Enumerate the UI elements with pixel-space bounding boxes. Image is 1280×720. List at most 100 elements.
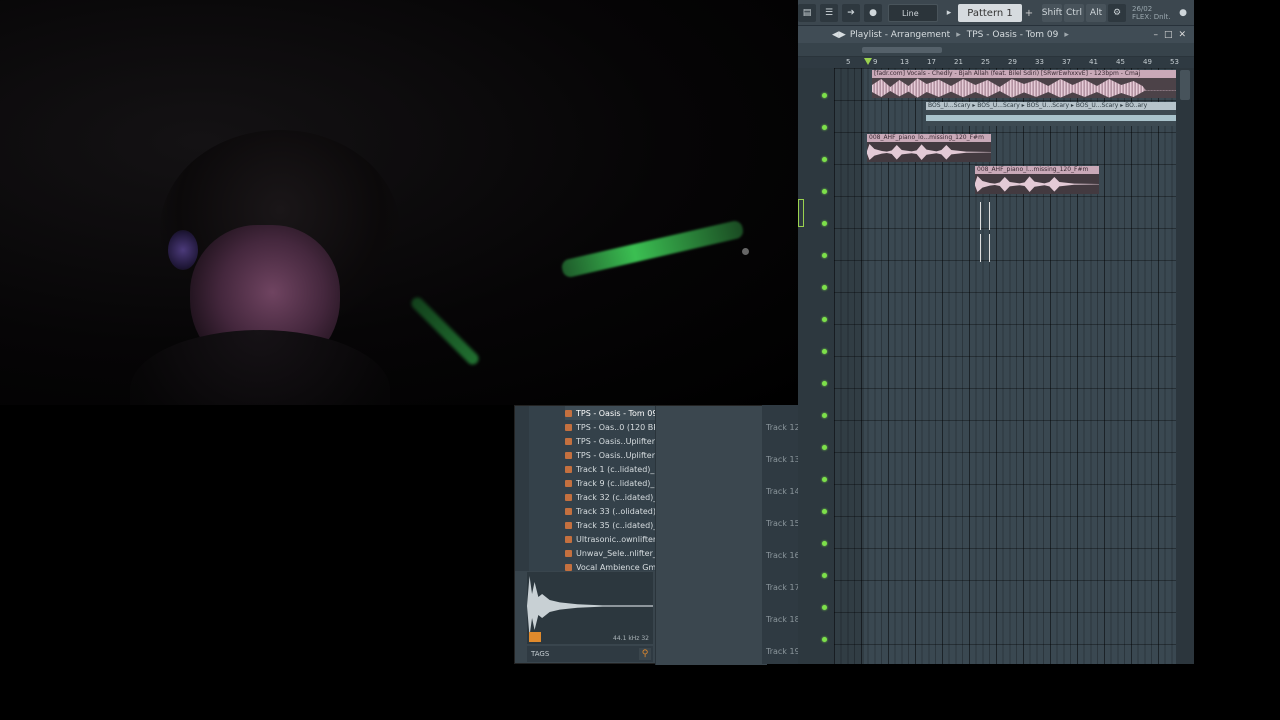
toolbar: ▤ ☰ ➔ ● Line ▸ Pattern 1 + Shift Ctrl Al… [798, 0, 1194, 26]
track-mute-led[interactable] [822, 221, 827, 226]
browser-panel: TPS - Oasis - Tom 09 TPS - Oas..0 (120 B… [514, 405, 767, 665]
bar-number: 29 [1008, 58, 1017, 66]
clip-waveform [975, 176, 1099, 192]
file-icon [565, 563, 572, 571]
microphone-icon[interactable]: ● [864, 4, 882, 22]
horizontal-scroll-thumb[interactable] [862, 47, 942, 53]
bar-number: 53 [1170, 58, 1179, 66]
bar-number: 13 [900, 58, 909, 66]
playlist-menu-icon[interactable]: ◀▶ [832, 30, 846, 40]
audio-clip[interactable]: BOS_U...Scary ▸ BOS_U...Scary ▸ BOS_U...… [926, 102, 1176, 126]
timeline-ruler[interactable]: 5 9 13 17 21 25 29 33 37 41 45 49 53 [798, 57, 1194, 68]
automation-marker[interactable] [980, 234, 990, 262]
browser-item[interactable]: Track 33 (..olidated)_9 [565, 504, 665, 518]
automation-marker[interactable] [980, 202, 990, 230]
track-mute-led[interactable] [822, 125, 827, 130]
browser-item[interactable]: Track 9 (c..lidated)_25 [565, 476, 665, 490]
playlist-grid[interactable]: [fadr.com] Vocals - Chedly - Bjah Allah … [834, 68, 1176, 664]
track-mute-led[interactable] [822, 93, 827, 98]
track-mute-led[interactable] [822, 605, 827, 610]
overview-bar[interactable] [798, 43, 1194, 57]
browser-item[interactable]: TPS - Oasis..Uplifter 07 [565, 448, 668, 462]
person-shirt [130, 330, 390, 405]
file-icon [565, 535, 572, 543]
bar-number: 21 [954, 58, 963, 66]
browser-item[interactable]: Unwav_Sele..nlifter_01 [565, 546, 667, 560]
browser-list: TPS - Oasis - Tom 09 TPS - Oas..0 (120 B… [515, 406, 669, 572]
track-mute-led[interactable] [822, 445, 827, 450]
track-label: Track 17 [766, 583, 800, 592]
alt-key-button[interactable]: Alt [1086, 4, 1106, 22]
audio-clip[interactable]: 008_AHF_piano_l...missing_120_F#m [975, 166, 1099, 194]
clip-title: BOS_U...Scary ▸ BOS_U...Scary ▸ BOS_U...… [926, 102, 1176, 110]
tags-bar[interactable]: TAGS ⚲ [527, 646, 653, 662]
play-icon[interactable] [529, 632, 541, 642]
settings-icon[interactable]: ⚙ [1108, 4, 1126, 22]
audio-clip[interactable]: [fadr.com] Vocals - Chedly - Bjah Allah … [872, 70, 1176, 98]
browser-item[interactable]: Track 1 (c..lidated)_31 [565, 462, 665, 476]
browser-item[interactable]: Track 35 (c..idated)_13 [565, 518, 667, 532]
track-mute-led[interactable] [822, 317, 827, 322]
vertical-scroll-thumb[interactable] [1180, 70, 1190, 100]
track-label: Track 14 [766, 487, 800, 496]
playhead-marker[interactable] [864, 58, 872, 65]
maximize-icon[interactable]: □ [1164, 30, 1173, 40]
channel-rack-icon[interactable]: ☰ [820, 4, 838, 22]
arrow-icon[interactable]: ➔ [842, 4, 860, 22]
sample-preview[interactable]: 44.1 kHz 32 [527, 572, 653, 644]
clip-waveform [926, 115, 1176, 121]
tags-label: TAGS [531, 650, 550, 658]
file-icon [565, 521, 572, 529]
browser-item[interactable]: TPS - Oas..0 (120 BPM) [565, 420, 668, 434]
pattern-selector[interactable]: Pattern 1 [958, 4, 1022, 22]
selection-box [798, 199, 804, 227]
track-mute-led[interactable] [822, 285, 827, 290]
mixer-icon[interactable]: ▤ [798, 4, 816, 22]
file-icon [565, 479, 572, 487]
playlist-titlebar: ◀▶ Playlist - Arrangement ▸ TPS - Oasis … [798, 26, 1194, 43]
track-label: Track 12 [766, 423, 800, 432]
clip-title: [fadr.com] Vocals - Chedly - Bjah Allah … [872, 70, 1176, 78]
sample-rate: 44.1 kHz 32 [613, 635, 649, 642]
track-mute-led[interactable] [822, 509, 827, 514]
audio-clip[interactable]: 008_AHF_piano_lo...missing_120_F#m [867, 134, 991, 162]
playlist-window: ▤ ☰ ➔ ● Line ▸ Pattern 1 + Shift Ctrl Al… [798, 0, 1194, 664]
track-mute-led[interactable] [822, 189, 827, 194]
vertical-scrollbar[interactable] [1176, 68, 1194, 664]
track-mute-led[interactable] [822, 413, 827, 418]
track-mute-led[interactable] [822, 573, 827, 578]
browser-item[interactable]: Ultrasonic..ownlifter 02 [565, 532, 669, 546]
search-icon[interactable]: ⚲ [639, 648, 651, 660]
browser-item[interactable]: Track 32 (c..idated)_13 [565, 490, 667, 504]
shift-key-button[interactable]: Shift [1042, 4, 1062, 22]
track-mute-led[interactable] [822, 253, 827, 258]
window-controls: – □ ✕ [1153, 26, 1186, 43]
ctrl-key-button[interactable]: Ctrl [1064, 4, 1084, 22]
playlist-title: Playlist - Arrangement [849, 29, 951, 40]
track-mute-led[interactable] [822, 637, 827, 642]
browser-item[interactable]: TPS - Oasis..Uplifter 03 [565, 434, 668, 448]
track-mute-led[interactable] [822, 157, 827, 162]
bar-number: 41 [1089, 58, 1098, 66]
play-pattern-icon[interactable]: ▸ [944, 4, 954, 22]
track-mute-led[interactable] [822, 477, 827, 482]
track-mute-led[interactable] [822, 541, 827, 546]
file-icon [565, 507, 572, 515]
snap-select[interactable]: Line [888, 4, 938, 22]
minimize-icon[interactable]: – [1153, 30, 1158, 40]
add-pattern-button[interactable]: + [1024, 4, 1034, 22]
file-icon [565, 423, 572, 431]
track-header-strip [762, 405, 798, 664]
close-icon[interactable]: ✕ [1178, 30, 1186, 40]
track-mute-led[interactable] [822, 381, 827, 386]
clip-waveform [867, 144, 991, 160]
track-label: Track 13 [766, 455, 800, 464]
track-mute-led[interactable] [822, 349, 827, 354]
globe-icon[interactable]: ● [1176, 4, 1190, 22]
webcam-feed [0, 0, 800, 405]
browser-item[interactable]: TPS - Oasis - Tom 09 [565, 406, 658, 420]
chevron-right-icon: ▸ [1064, 29, 1069, 40]
file-icon [565, 493, 572, 501]
bar-number: 37 [1062, 58, 1071, 66]
breadcrumb-separator: ▸ [956, 29, 961, 40]
